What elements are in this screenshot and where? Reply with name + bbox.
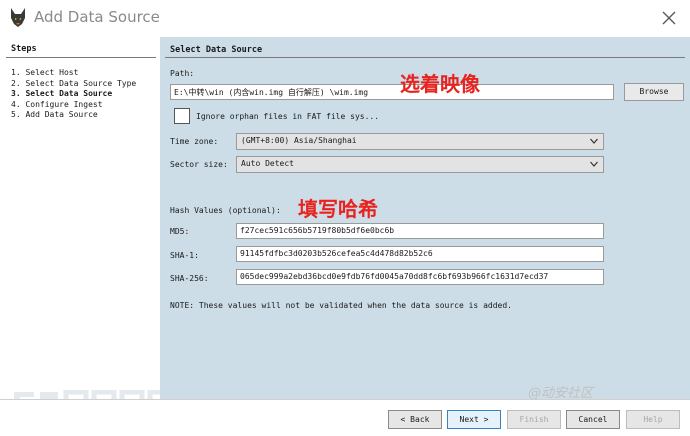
step-item: 5. Add Data Source [11, 110, 98, 119]
sha1-label: SHA-1: [170, 251, 199, 260]
path-label: Path: [170, 69, 195, 78]
steps-divider [6, 57, 156, 58]
sector-size-select[interactable]: Auto Detect [236, 156, 604, 173]
select-data-source-panel: Select Data Source Path: E:\中转\win (内含wi… [160, 37, 690, 399]
path-input[interactable]: E:\中转\win (内含win.img 自行解压) \wim.img [170, 84, 614, 100]
sector-size-label: Sector size: [170, 160, 228, 169]
step-item-current: 3. Select Data Source [11, 89, 113, 98]
timezone-select[interactable]: (GMT+8:00) Asia/Shanghai [236, 133, 604, 150]
steps-list: 1. Select Host 2. Select Data Source Typ… [11, 68, 136, 121]
sha1-input[interactable]: 91145fdfbc3d0203b526cefea5c4d478d82b52c6 [236, 246, 604, 262]
timezone-label: Time zone: [170, 137, 219, 146]
wizard-button-bar: < Back Next > Finish Cancel Help [0, 399, 690, 436]
step-item: 1. Select Host [11, 68, 79, 77]
help-button[interactable]: Help [626, 410, 680, 429]
validation-note: NOTE: These values will not be validated… [170, 301, 512, 310]
annotation-fill-hash: 填写哈希 [298, 197, 378, 221]
window-title: Add Data Source [34, 8, 160, 26]
browse-button[interactable]: Browse [624, 83, 684, 101]
ignore-orphan-checkbox[interactable] [174, 108, 190, 124]
hash-values-label: Hash Values (optional): [170, 206, 281, 215]
close-icon[interactable] [660, 9, 678, 27]
annotation-select-image: 选着映像 [400, 72, 480, 96]
ignore-orphan-label: Ignore orphan files in FAT file sys... [196, 112, 380, 121]
sector-size-value: Auto Detect [241, 159, 294, 168]
chevron-down-icon [590, 161, 598, 167]
finish-button[interactable]: Finish [507, 410, 561, 429]
steps-title: Steps [11, 44, 37, 54]
md5-input[interactable]: f27cec591c656b5719f80b5df6e0bc6b [236, 223, 604, 239]
autopsy-dog-icon [11, 8, 25, 27]
chevron-down-icon [590, 138, 598, 144]
cancel-button[interactable]: Cancel [566, 410, 620, 429]
title-bar: Add Data Source [0, 0, 690, 36]
md5-label: MD5: [170, 227, 190, 236]
panel-title: Select Data Source [170, 45, 263, 55]
back-button[interactable]: < Back [388, 410, 442, 429]
next-button[interactable]: Next > [447, 410, 501, 429]
timezone-value: (GMT+8:00) Asia/Shanghai [241, 136, 357, 145]
panel-divider [165, 57, 685, 58]
step-item: 2. Select Data Source Type [11, 78, 137, 88]
sha256-input[interactable]: 065dec999a2ebd36bcd0e9fdb76fd0045a70dd8f… [236, 269, 604, 285]
sha256-label: SHA-256: [170, 274, 209, 283]
steps-panel: Steps 1. Select Host 2. Select Data Sour… [0, 37, 160, 399]
step-item: 4. Configure Ingest [11, 99, 103, 109]
